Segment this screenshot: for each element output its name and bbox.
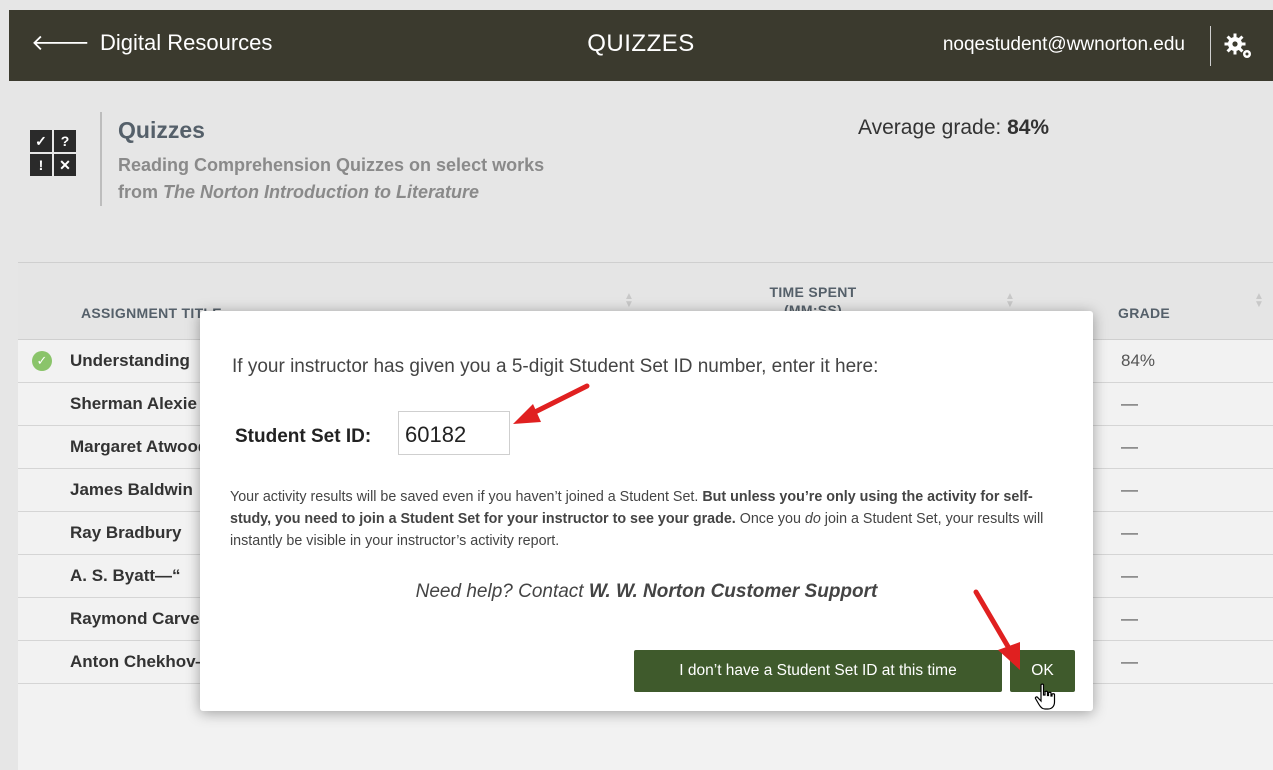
assignment-title[interactable]: Margaret Atwood	[70, 437, 208, 457]
hand-pointer-cursor-icon	[1034, 683, 1056, 710]
grade: —	[1121, 437, 1138, 456]
student-set-id-dialog: If your instructor has given you a 5-dig…	[200, 311, 1093, 711]
arrow-left-icon: 🡐	[31, 30, 90, 55]
grade: —	[1121, 609, 1138, 628]
assignment-title[interactable]: Raymond Carver	[70, 609, 206, 629]
back-link-label: Digital Resources	[100, 30, 273, 55]
icon-cross: ✕	[54, 154, 76, 176]
average-grade: Average grade: 84%	[858, 116, 1049, 140]
assignment-title[interactable]: James Baldwin	[70, 480, 193, 500]
info-text-part-1: Your activity results will be saved even…	[230, 489, 703, 505]
settings-gears-icon[interactable]	[1223, 32, 1253, 60]
header-divider	[100, 112, 102, 206]
assignment-title[interactable]: Sherman Alexie	[70, 394, 197, 414]
book-title: The Norton Introduction to Literature	[163, 182, 479, 202]
sort-icon[interactable]: ▲ ▼	[1005, 292, 1015, 310]
grade: —	[1121, 566, 1138, 585]
customer-support-link[interactable]: W. W. Norton Customer Support	[589, 581, 877, 602]
sort-icon[interactable]: ▲ ▼	[1254, 292, 1264, 310]
help-prefix: Need help? Contact	[415, 581, 589, 602]
completed-check-icon: ✓	[32, 351, 52, 371]
average-grade-label: Average grade:	[858, 116, 1008, 139]
quiz-subtitle: Reading Comprehension Quizzes on select …	[118, 152, 544, 206]
no-student-set-id-button[interactable]: I don’t have a Student Set ID at this ti…	[634, 650, 1002, 692]
top-nav-bar: 🡐 Digital Resources QUIZZES noqestudent@…	[9, 10, 1273, 81]
assignment-title[interactable]: Understanding	[70, 351, 190, 371]
info-text-part-2: Once you	[735, 511, 805, 527]
nav-divider	[1210, 26, 1211, 66]
help-line: Need help? Contact W. W. Norton Customer…	[200, 581, 1093, 603]
assignment-title[interactable]: Ray Bradbury	[70, 523, 181, 543]
col-time-line-1: TIME SPENT	[769, 284, 857, 300]
icon-exclamation: !	[30, 154, 52, 176]
grade: —	[1121, 394, 1138, 413]
student-set-id-input[interactable]	[398, 411, 510, 455]
grade: —	[1121, 652, 1138, 671]
user-account-email[interactable]: noqestudent@wwnorton.edu	[943, 34, 1185, 56]
quiz-grid-icon: ✓ ? ! ✕	[30, 130, 76, 176]
student-set-id-label: Student Set ID:	[235, 426, 372, 447]
col-grade[interactable]: GRADE	[1118, 305, 1170, 321]
icon-question: ?	[54, 130, 76, 152]
info-text-italic: do	[804, 511, 821, 527]
icon-check: ✓	[30, 130, 52, 152]
grade: —	[1121, 523, 1138, 542]
sort-icon[interactable]: ▲ ▼	[624, 292, 634, 310]
grade: 84%	[1121, 351, 1156, 370]
assignment-title[interactable]: A. S. Byatt—“	[70, 566, 181, 586]
grade: —	[1121, 480, 1138, 499]
subtitle-line-2-prefix: from	[118, 182, 163, 202]
subtitle-line-1: Reading Comprehension Quizzes on select …	[118, 155, 545, 175]
dialog-prompt: If your instructor has given you a 5-dig…	[232, 356, 879, 377]
back-to-digital-resources-link[interactable]: 🡐 Digital Resources	[31, 30, 272, 56]
dialog-info-text: Your activity results will be saved even…	[230, 486, 1070, 552]
average-grade-value: 84%	[1007, 116, 1050, 139]
quiz-title: Quizzes	[118, 117, 205, 143]
